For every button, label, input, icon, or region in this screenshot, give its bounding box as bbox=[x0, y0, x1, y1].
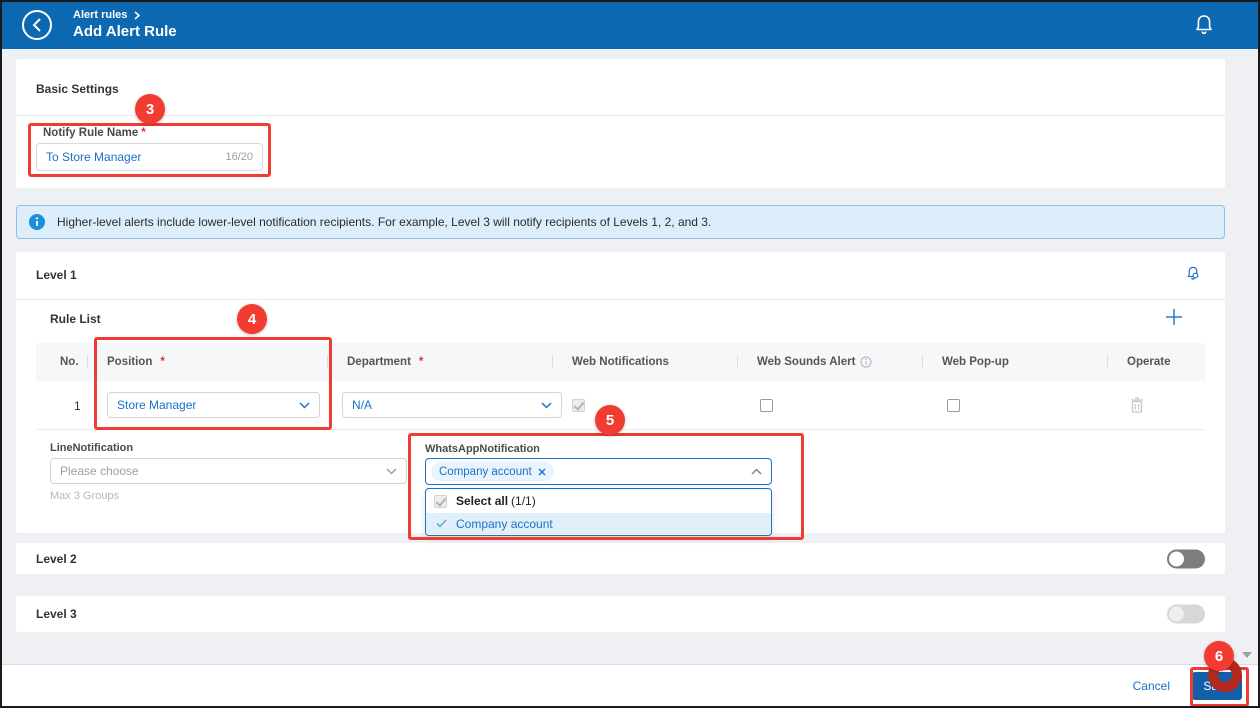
add-rule-button[interactable] bbox=[1164, 307, 1184, 327]
level1-bell-icon[interactable] bbox=[1186, 266, 1200, 286]
chevron-down-icon bbox=[299, 402, 310, 409]
level2-toggle[interactable] bbox=[1167, 549, 1205, 568]
info-outline-icon bbox=[860, 356, 872, 368]
level1-title: Level 1 bbox=[36, 268, 77, 282]
plus-icon bbox=[1164, 307, 1184, 327]
top-bar: Alert rules Add Alert Rule bbox=[2, 2, 1258, 49]
column-position: Position* bbox=[107, 343, 165, 381]
delete-row-button[interactable] bbox=[1130, 397, 1144, 418]
web-popup-checkbox[interactable] bbox=[947, 399, 960, 412]
divider bbox=[552, 355, 553, 369]
breadcrumb[interactable]: Alert rules bbox=[73, 9, 140, 21]
required-asterisk: * bbox=[160, 356, 164, 368]
notify-rule-name-value: To Store Manager bbox=[46, 150, 225, 164]
company-account-option-label: Company account bbox=[456, 517, 553, 531]
select-all-count: (1/1) bbox=[511, 494, 536, 508]
line-notification-hint: Max 3 Groups bbox=[50, 490, 119, 502]
page-title: Add Alert Rule bbox=[73, 23, 177, 40]
row-number: 1 bbox=[74, 399, 81, 413]
chevron-right-icon bbox=[134, 11, 140, 20]
web-notifications-checkbox bbox=[572, 399, 585, 412]
required-asterisk: * bbox=[141, 127, 145, 139]
info-icon bbox=[29, 214, 45, 230]
save-button[interactable]: Save bbox=[1192, 672, 1242, 700]
column-department: Department* bbox=[347, 343, 423, 381]
level3-toggle bbox=[1167, 605, 1205, 624]
web-sounds-alert-checkbox[interactable] bbox=[760, 399, 773, 412]
divider bbox=[327, 355, 328, 369]
line-notification-placeholder: Please choose bbox=[60, 464, 386, 478]
check-icon bbox=[436, 519, 447, 528]
chevron-up-icon bbox=[751, 468, 762, 475]
divider bbox=[16, 115, 1225, 116]
notification-bell-icon[interactable] bbox=[1194, 14, 1214, 41]
selected-account-tag: Company account bbox=[431, 462, 554, 481]
info-banner: Higher-level alerts include lower-level … bbox=[16, 205, 1225, 239]
level1-card: Level 1 Rule List No. Position* Departme… bbox=[16, 252, 1225, 533]
divider bbox=[1107, 355, 1108, 369]
rule-list-title: Rule List bbox=[50, 312, 101, 326]
column-web-popup: Web Pop-up bbox=[942, 343, 1009, 381]
select-all-label: Select all bbox=[456, 494, 508, 508]
back-button[interactable] bbox=[22, 10, 52, 40]
column-web-sounds-alert: Web Sounds Alert bbox=[757, 343, 872, 381]
basic-settings-title: Basic Settings bbox=[36, 82, 119, 96]
notify-rule-name-input[interactable]: To Store Manager 16/20 bbox=[36, 143, 263, 171]
chevron-down-icon bbox=[386, 468, 397, 475]
level3-card: Level 3 bbox=[16, 596, 1225, 632]
required-asterisk: * bbox=[419, 356, 423, 368]
column-operate: Operate bbox=[1127, 343, 1170, 381]
toggle-knob bbox=[1169, 551, 1184, 566]
rule-table-row: 1 Store Manager N/A bbox=[36, 381, 1205, 430]
level3-title: Level 3 bbox=[36, 607, 77, 621]
divider bbox=[16, 299, 1225, 300]
divider bbox=[737, 355, 738, 369]
whatsapp-notification-select[interactable]: Company account bbox=[425, 458, 772, 485]
footer-bar: Cancel Save bbox=[2, 664, 1258, 706]
add-alert-rule-page: Alert rules Add Alert Rule Basic Setting… bbox=[0, 0, 1260, 708]
select-all-option[interactable]: Select all(1/1) bbox=[426, 489, 771, 513]
rule-table-header: No. Position* Department* Web Notificati… bbox=[36, 343, 1205, 381]
cancel-button[interactable]: Cancel bbox=[1133, 679, 1170, 693]
char-counter: 16/20 bbox=[225, 151, 253, 163]
whatsapp-dropdown-panel: Select all(1/1) Company account bbox=[425, 488, 772, 536]
chevron-down-icon bbox=[541, 402, 552, 409]
close-icon[interactable] bbox=[538, 468, 546, 476]
selected-account-tag-label: Company account bbox=[439, 466, 532, 478]
notify-rule-name-label: Notify Rule Name* bbox=[43, 127, 146, 139]
level2-title: Level 2 bbox=[36, 552, 77, 566]
info-banner-text: Higher-level alerts include lower-level … bbox=[57, 215, 711, 229]
divider bbox=[87, 355, 88, 369]
trash-icon bbox=[1130, 397, 1144, 413]
department-value: N/A bbox=[352, 398, 541, 412]
breadcrumb-label: Alert rules bbox=[73, 9, 127, 21]
caret-down-icon bbox=[1242, 652, 1252, 658]
position-select[interactable]: Store Manager bbox=[107, 392, 320, 418]
select-all-checkbox bbox=[434, 495, 447, 508]
department-select[interactable]: N/A bbox=[342, 392, 562, 418]
company-account-option[interactable]: Company account bbox=[426, 513, 771, 534]
line-notification-select[interactable]: Please choose bbox=[50, 458, 407, 484]
divider bbox=[922, 355, 923, 369]
basic-settings-card: Basic Settings Notify Rule Name* To Stor… bbox=[16, 59, 1225, 188]
toggle-knob bbox=[1169, 607, 1184, 622]
position-value: Store Manager bbox=[117, 398, 299, 412]
level2-card: Level 2 bbox=[16, 543, 1225, 574]
line-notification-label: LineNotification bbox=[50, 442, 133, 454]
column-web-notifications: Web Notifications bbox=[572, 343, 669, 381]
whatsapp-notification-label: WhatsAppNotification bbox=[425, 443, 540, 455]
chevron-left-icon bbox=[32, 18, 42, 32]
column-no: No. bbox=[60, 343, 79, 381]
